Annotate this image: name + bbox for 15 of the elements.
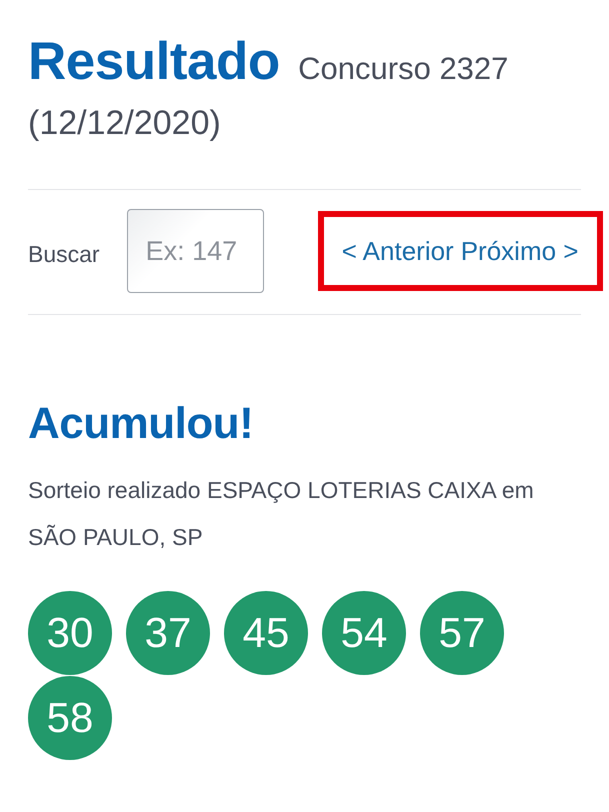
draw-date: (12/12/2020) xyxy=(28,103,222,143)
result-status: Acumulou! xyxy=(28,399,254,449)
search-field[interactable]: Ex: 147 xyxy=(126,209,264,293)
number-ball: 45 xyxy=(224,591,308,675)
number-ball: 58 xyxy=(28,676,112,760)
contest-number: Concurso 2327 xyxy=(298,51,508,86)
number-ball: 37 xyxy=(126,591,210,675)
draw-description: Sorteio realizado ESPAÇO LOTERIAS CAIXA em SÃO PAULO, SP xyxy=(28,476,535,552)
nav-link[interactable]: < Anterior xyxy=(342,236,454,266)
number-ball: 57 xyxy=(420,591,504,675)
number-ball: 30 xyxy=(28,591,112,675)
nav-link[interactable]: Próximo > xyxy=(460,236,578,266)
page-title: Resultado xyxy=(28,32,280,91)
search-label: Buscar xyxy=(28,240,100,268)
number-ball: 54 xyxy=(322,591,406,675)
